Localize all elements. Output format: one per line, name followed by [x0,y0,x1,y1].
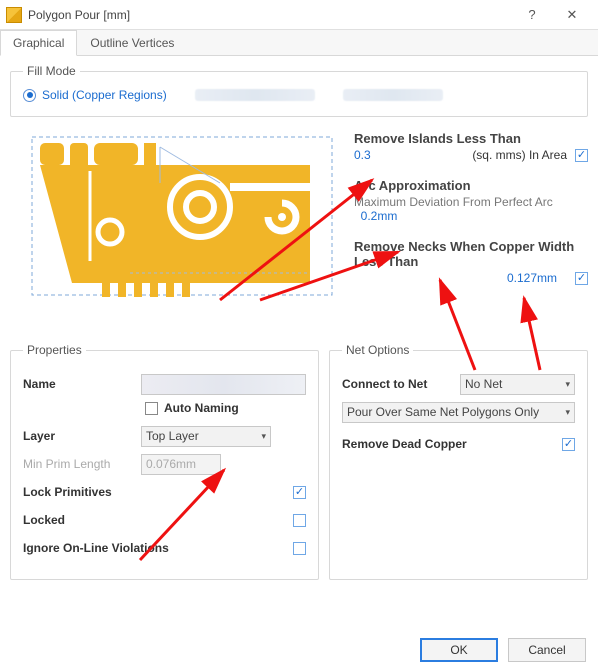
pour-rule-select[interactable]: Pour Over Same Net Polygons Only ▾ [342,402,575,423]
cancel-button[interactable]: Cancel [508,638,586,662]
fill-mode-group: Fill Mode Solid (Copper Regions) [10,64,588,117]
auto-naming-checkbox[interactable] [145,402,158,415]
dialog-footer: OK Cancel [420,638,586,662]
remove-necks-block: Remove Necks When Copper Width Less Than… [354,239,588,285]
polygon-preview-svg [10,127,340,327]
name-label: Name [23,377,133,391]
chevron-down-icon: ▾ [565,379,570,390]
fill-mode-solid-option[interactable]: Solid (Copper Regions) [23,88,167,102]
remove-necks-title: Remove Necks When Copper Width Less Than [354,239,588,269]
properties-group: Properties Name Auto Naming Layer Top La… [10,343,319,580]
ok-button[interactable]: OK [420,638,498,662]
auto-naming-option[interactable]: Auto Naming [145,401,306,415]
connect-net-value: No Net [465,377,502,391]
auto-naming-label: Auto Naming [164,401,239,415]
polygon-icon [6,7,22,23]
fill-mode-legend: Fill Mode [23,64,80,78]
tab-bar: Graphical Outline Vertices [0,30,598,56]
layer-select[interactable]: Top Layer ▾ [141,426,271,447]
pour-rule-value: Pour Over Same Net Polygons Only [347,405,539,419]
min-prim-input [141,454,221,475]
chevron-down-icon: ▾ [565,407,570,418]
radio-checked-icon [23,89,36,102]
remove-dead-label: Remove Dead Copper [342,437,554,451]
lock-primitives-checkbox[interactable] [293,486,306,499]
properties-legend: Properties [23,343,86,357]
net-options-legend: Net Options [342,343,413,357]
window-title: Polygon Pour [mm] [28,8,512,22]
remove-necks-checkbox[interactable] [575,272,588,285]
connect-net-label: Connect to Net [342,377,452,391]
net-options-group: Net Options Connect to Net No Net ▾ Pour… [329,343,588,580]
remove-islands-title: Remove Islands Less Than [354,131,588,146]
remove-dead-checkbox[interactable] [562,438,575,451]
chevron-down-icon: ▾ [261,431,266,442]
obscured-option-1 [195,89,315,101]
min-prim-label: Min Prim Length [23,457,133,471]
tab-graphical[interactable]: Graphical [0,30,77,56]
title-bar: Polygon Pour [mm] ? ✕ [0,0,598,30]
layer-label: Layer [23,429,133,443]
remove-necks-value[interactable]: 0.127mm [507,271,557,285]
help-button[interactable]: ? [512,0,552,30]
remove-islands-value[interactable]: 0.3 [354,148,371,162]
arc-approx-title: Arc Approximation [354,178,588,193]
fill-mode-solid-label: Solid (Copper Regions) [42,88,167,102]
connect-net-select[interactable]: No Net ▾ [460,374,575,395]
ignore-violations-checkbox[interactable] [293,542,306,555]
close-button[interactable]: ✕ [552,0,592,30]
remove-islands-suffix: (sq. mms) In Area [379,148,567,162]
arc-approx-subtitle: Maximum Deviation From Perfect Arc [354,195,553,209]
locked-checkbox[interactable] [293,514,306,527]
name-input[interactable] [141,374,306,395]
layer-select-value: Top Layer [146,429,199,443]
tab-outline-vertices[interactable]: Outline Vertices [77,30,187,55]
obscured-option-2 [343,89,443,101]
arc-approx-value[interactable]: 0.2mm [361,209,398,223]
ignore-violations-label: Ignore On-Line Violations [23,541,285,555]
remove-islands-block: Remove Islands Less Than 0.3 (sq. mms) I… [354,131,588,162]
locked-label: Locked [23,513,285,527]
polygon-preview [10,127,340,327]
arc-approx-block: Arc Approximation Maximum Deviation From… [354,178,588,223]
remove-islands-checkbox[interactable] [575,149,588,162]
lock-primitives-label: Lock Primitives [23,485,285,499]
